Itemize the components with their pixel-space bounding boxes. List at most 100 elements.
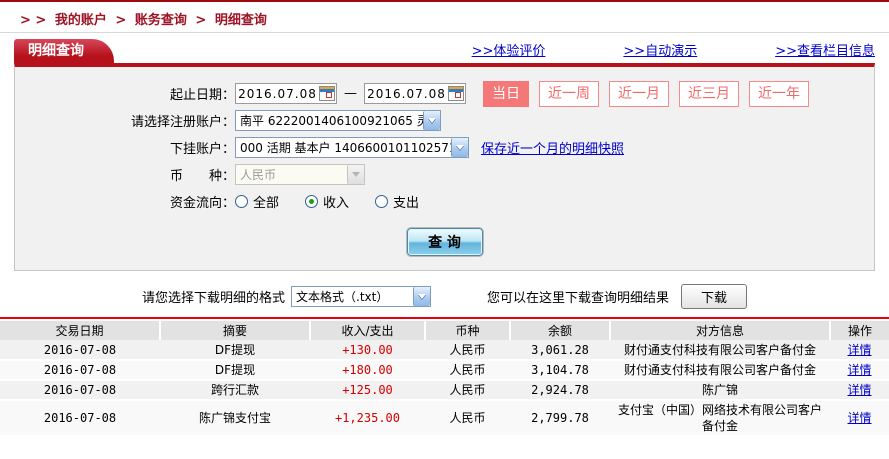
cell-counterparty: 陈广锦 (610, 380, 830, 401)
divider (0, 32, 889, 33)
flow-option-income[interactable]: 收入 (305, 192, 349, 211)
cell-amount: +125.00 (310, 380, 425, 401)
breadcrumb-item-detail-query[interactable]: 明细查询 (215, 13, 267, 28)
calendar-icon[interactable] (319, 86, 335, 101)
end-date-value: 2016.07.08 (367, 86, 446, 101)
breadcrumb-item-my-account[interactable]: 我的账户 (55, 13, 107, 28)
table-row: 2016-07-08 DF提现 +180.00 人民币 3,104.78 财付通… (0, 360, 889, 381)
table-header-row: 交易日期 摘要 收入/支出 币种 余额 对方信息 操作 (0, 321, 889, 340)
detail-link[interactable]: 详情 (847, 363, 871, 377)
download-format-label: 请您选择下载明细的格式 (141, 290, 285, 306)
table-row: 2016-07-08 DF提现 +130.00 人民币 3,061.28 财付通… (0, 340, 889, 361)
registered-account-row: 请选择注册账户： 南平 6222001406100921065 灵通卡 (15, 107, 874, 134)
cell-summary: DF提现 (160, 360, 310, 381)
sub-account-label: 下挂账户： (169, 142, 235, 157)
tab-detail-query[interactable]: 明细查询 (14, 39, 114, 63)
flow-option-all-label: 全部 (253, 196, 280, 211)
cell-trade-date: 2016-07-08 (0, 400, 160, 437)
chevron-down-icon[interactable] (423, 111, 440, 130)
radio-icon[interactable] (375, 195, 389, 208)
currency-select: 人民币 (235, 164, 365, 185)
auto-demo-link[interactable]: >>自动演示 (623, 40, 697, 59)
transactions-tbody: 2016-07-08 DF提现 +130.00 人民币 3,061.28 财付通… (0, 340, 889, 437)
cell-currency: 人民币 (425, 380, 510, 401)
cell-amount: +1,235.00 (310, 400, 425, 437)
cell-balance: 3,104.78 (510, 360, 610, 381)
cell-amount: +180.00 (310, 360, 425, 381)
download-format-select[interactable]: 文本格式（.txt） (291, 285, 431, 307)
quick-range-month-button[interactable]: 近一月 (609, 80, 669, 107)
quick-range-year-button[interactable]: 近一年 (749, 80, 809, 107)
download-button[interactable]: 下载 (681, 283, 748, 309)
end-date-input[interactable]: 2016.07.08 (364, 83, 466, 104)
detail-link[interactable]: 详情 (847, 343, 871, 357)
table-row: 2016-07-08 陈广锦支付宝 +1,235.00 人民币 2,799.78… (0, 400, 889, 437)
registered-account-select[interactable]: 南平 6222001406100921065 灵通卡 (235, 110, 441, 131)
calendar-icon[interactable] (448, 86, 464, 101)
breadcrumb-separator: > (195, 13, 207, 28)
cell-trade-date: 2016-07-08 (0, 380, 160, 401)
table-top-rule (0, 317, 889, 319)
flow-option-expense[interactable]: 支出 (375, 192, 419, 211)
radio-checked-icon[interactable] (305, 195, 319, 208)
tab-row: 明细查询 >>体验评价 >>自动演示 >>查看栏目信息 (14, 39, 875, 63)
detail-link[interactable]: 详情 (847, 383, 871, 397)
radio-icon[interactable] (235, 195, 248, 208)
chevron-down-icon (347, 165, 364, 184)
quick-range-week-button[interactable]: 近一周 (539, 80, 599, 107)
currency-label: 币 种： (169, 169, 235, 184)
cell-balance: 2,799.78 (510, 400, 610, 437)
date-range-label: 起止日期： (169, 88, 235, 103)
cell-counterparty: 财付通支付科技有限公司客户备付金 (610, 340, 830, 361)
column-info-link[interactable]: >>查看栏目信息 (775, 40, 875, 59)
flow-direction-row: 资金流向： 全部 收入 支出 (15, 188, 874, 215)
start-date-value: 2016.07.08 (238, 86, 317, 101)
quick-range-3months-button[interactable]: 近三月 (679, 80, 739, 107)
cell-summary: DF提现 (160, 340, 310, 361)
download-hint: 您可以在这里下载查询明细结果 (487, 290, 670, 306)
download-format-value: 文本格式（.txt） (296, 289, 389, 304)
start-date-input[interactable]: 2016.07.08 (235, 83, 337, 104)
registered-account-value: 南平 6222001406100921065 灵通卡 (240, 114, 423, 128)
cell-trade-date: 2016-07-08 (0, 340, 160, 361)
cell-counterparty: 财付通支付科技有限公司客户备付金 (610, 360, 830, 381)
header-trade-date: 交易日期 (0, 321, 160, 340)
cell-currency: 人民币 (425, 400, 510, 437)
date-range-dash: — (344, 86, 357, 101)
header-currency: 币种 (424, 321, 510, 340)
download-row: 请您选择下载明细的格式 文本格式（.txt） 您可以在这里下载查询明细结果 下载 (0, 283, 889, 309)
cell-summary: 陈广锦支付宝 (160, 400, 310, 437)
header-summary: 摘要 (159, 321, 310, 340)
cell-balance: 2,924.78 (510, 380, 610, 401)
currency-row: 币 种： 人民币 (15, 161, 874, 188)
cell-summary: 跨行汇款 (160, 380, 310, 401)
sub-account-value: 000 活期 基本户 1406600101102571848 (240, 141, 451, 155)
registered-account-label: 请选择注册账户： (130, 115, 235, 130)
query-button[interactable]: 查 询 (405, 227, 484, 257)
header-income-expense: 收入/支出 (309, 321, 425, 340)
header-counterparty: 对方信息 (609, 321, 830, 340)
chevron-down-icon[interactable] (413, 286, 430, 306)
header-links: >>体验评价 >>自动演示 >>查看栏目信息 (394, 40, 875, 63)
cell-balance: 3,061.28 (510, 340, 610, 361)
save-snapshot-link[interactable]: 保存近一个月的明细快照 (481, 138, 624, 157)
cell-currency: 人民币 (425, 340, 510, 361)
cell-counterparty: 支付宝（中国）网络技术有限公司客户备付金 (610, 400, 830, 437)
transactions-table: 交易日期 摘要 收入/支出 币种 余额 对方信息 操作 2016-07-08 D… (0, 321, 889, 437)
quick-range-today-button[interactable]: 当日 (483, 80, 529, 107)
cell-trade-date: 2016-07-08 (0, 360, 160, 381)
sub-account-row: 下挂账户： 000 活期 基本户 1406600101102571848 保存近… (15, 134, 874, 161)
query-form-panel: 起止日期： 2016.07.08 — 2016.07.08 当日 近一周 近一月… (14, 63, 875, 271)
breadcrumb-item-account-query[interactable]: 账务查询 (135, 13, 187, 28)
experience-rating-link[interactable]: >>体验评价 (472, 40, 546, 59)
flow-option-all[interactable]: 全部 (235, 192, 279, 211)
flow-option-expense-label: 支出 (393, 196, 420, 211)
sub-account-select[interactable]: 000 活期 基本户 1406600101102571848 (235, 137, 469, 158)
breadcrumb-prefix: > > (20, 13, 47, 28)
breadcrumb: > > 我的账户 > 账务查询 > 明细查询 (20, 9, 889, 28)
detail-link[interactable]: 详情 (847, 411, 871, 425)
chevron-down-icon[interactable] (451, 138, 468, 157)
flow-direction-label: 资金流向： (169, 196, 235, 211)
top-accent-line (0, 0, 889, 2)
header-action: 操作 (829, 321, 889, 340)
